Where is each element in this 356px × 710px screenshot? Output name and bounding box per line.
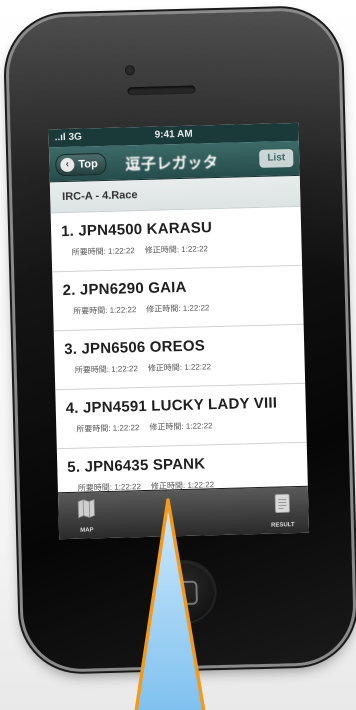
pointer-arrow	[134, 498, 206, 710]
